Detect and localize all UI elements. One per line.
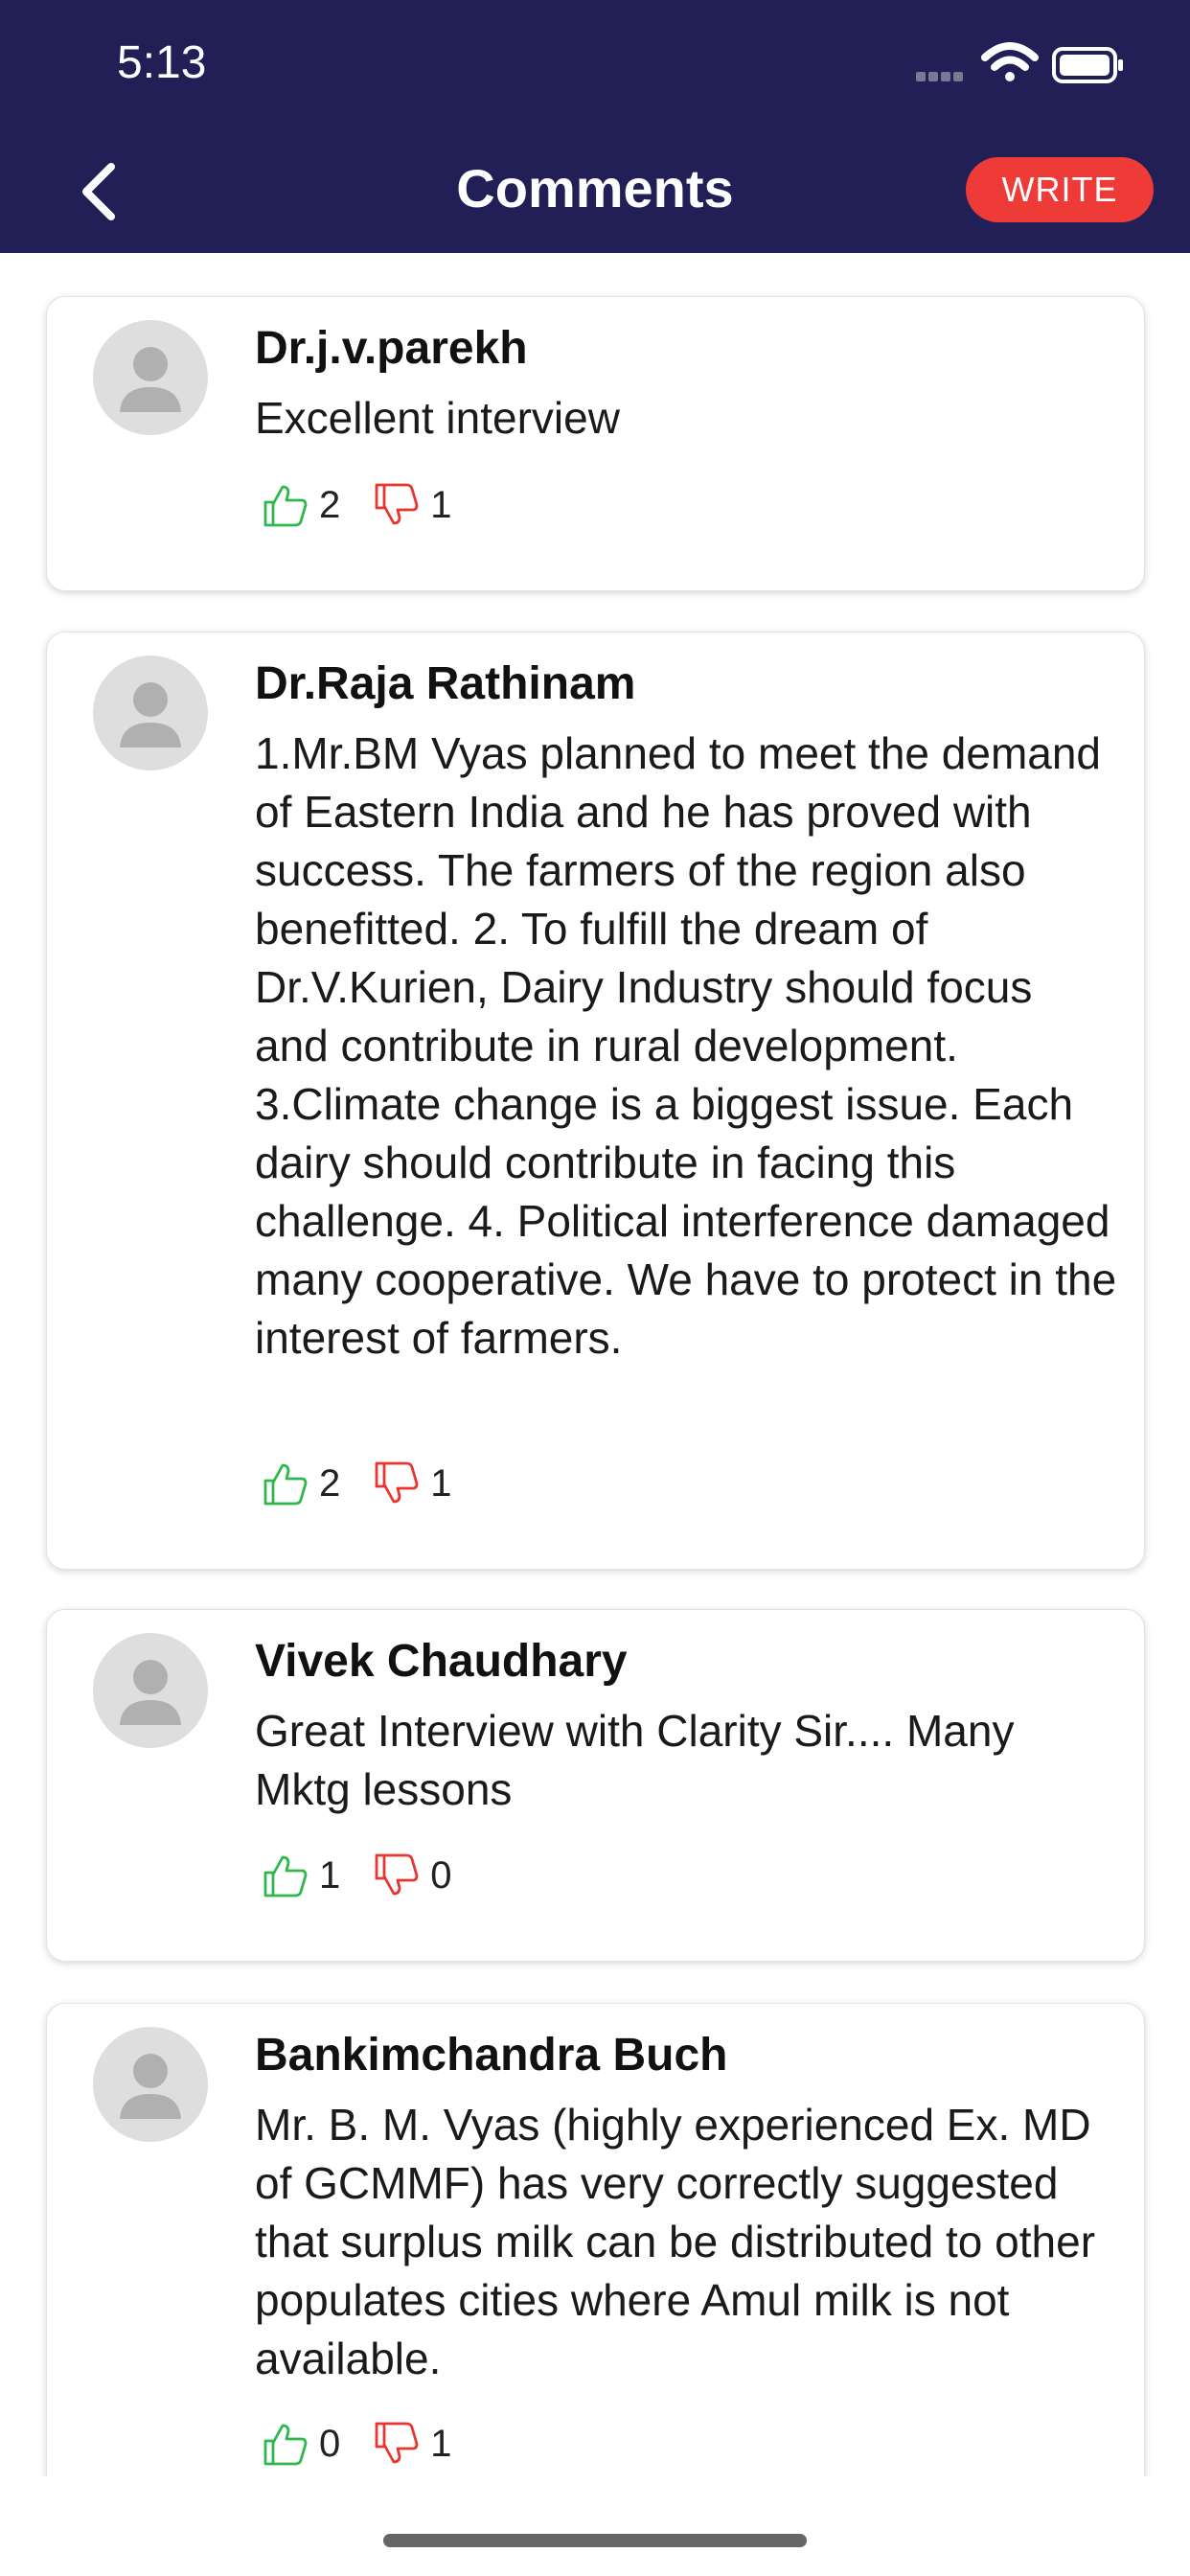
- status-time: 5:13: [117, 37, 207, 88]
- person-silhouette-icon: [120, 347, 181, 412]
- comment-card: Bankimchandra Buch Mr. B. M. Vyas (highl…: [46, 2003, 1145, 2476]
- thumbs-down-icon: [375, 1461, 419, 1504]
- thumbs-down-icon: [375, 2422, 419, 2464]
- like-count: 1: [319, 1853, 341, 1897]
- avatar: [93, 320, 208, 435]
- vote-row: 2 1: [262, 481, 485, 529]
- comment-list[interactable]: Dr.j.v.parekh Excellent interview 2 1 Dr…: [0, 253, 1190, 2476]
- like-count: 2: [319, 483, 341, 526]
- dislike-count: 0: [430, 1853, 452, 1897]
- signal-icon: [916, 72, 963, 81]
- write-comment-button[interactable]: WRITE: [966, 157, 1154, 222]
- comment-author: Vivek Chaudhary: [255, 1636, 628, 1687]
- comment-card: Vivek Chaudhary Great Interview with Cla…: [46, 1609, 1145, 1962]
- avatar: [93, 656, 208, 770]
- vote-row: 1 0: [262, 1852, 485, 1899]
- thumbs-up-icon: [263, 485, 308, 527]
- navigation-header: 5:13 Comments WRITE: [0, 0, 1190, 253]
- like-button[interactable]: [262, 1852, 309, 1899]
- status-icons: [916, 42, 1123, 83]
- like-count: 2: [319, 1461, 341, 1505]
- thumbs-down-icon: [375, 1853, 419, 1896]
- thumbs-up-icon: [263, 1855, 308, 1898]
- avatar: [93, 2027, 208, 2142]
- dislike-button[interactable]: [373, 1852, 421, 1899]
- comment-author: Bankimchandra Buch: [255, 2030, 728, 2081]
- dislike-count: 1: [430, 1461, 452, 1505]
- thumbs-up-icon: [263, 2424, 308, 2466]
- vote-row: 0 1: [262, 2420, 485, 2468]
- comment-author: Dr.Raja Rathinam: [255, 658, 636, 709]
- comment-text: Excellent interview: [255, 393, 620, 443]
- avatar: [93, 1633, 208, 1748]
- like-count: 0: [319, 2422, 341, 2465]
- dislike-button[interactable]: [373, 2420, 421, 2468]
- thumbs-down-icon: [375, 483, 419, 525]
- comment-text: Mr. B. M. Vyas (highly experienced Ex. M…: [255, 2100, 1096, 2383]
- dislike-count: 1: [430, 2422, 452, 2465]
- comment-card: Dr.j.v.parekh Excellent interview 2 1: [46, 296, 1145, 591]
- dislike-count: 1: [430, 483, 452, 526]
- like-button[interactable]: [262, 2420, 309, 2468]
- person-silhouette-icon: [120, 1660, 181, 1725]
- dislike-button[interactable]: [373, 1460, 421, 1507]
- home-indicator[interactable]: [383, 2534, 807, 2547]
- dislike-button[interactable]: [373, 481, 421, 529]
- like-button[interactable]: [262, 481, 309, 529]
- like-button[interactable]: [262, 1460, 309, 1507]
- comment-author: Dr.j.v.parekh: [255, 323, 528, 374]
- comment-text: 1.Mr.BM Vyas planned to meet the demand …: [255, 728, 1117, 1363]
- thumbs-up-icon: [263, 1463, 308, 1506]
- comment-text: Great Interview with Clarity Sir.... Man…: [255, 1706, 1015, 1814]
- vote-row: 2 1: [262, 1460, 485, 1507]
- comment-card: Dr.Raja Rathinam 1.Mr.BM Vyas planned to…: [46, 632, 1145, 1570]
- wifi-icon: [981, 42, 1039, 81]
- person-silhouette-icon: [120, 2054, 181, 2119]
- battery-icon: [1052, 47, 1123, 83]
- person-silhouette-icon: [120, 682, 181, 748]
